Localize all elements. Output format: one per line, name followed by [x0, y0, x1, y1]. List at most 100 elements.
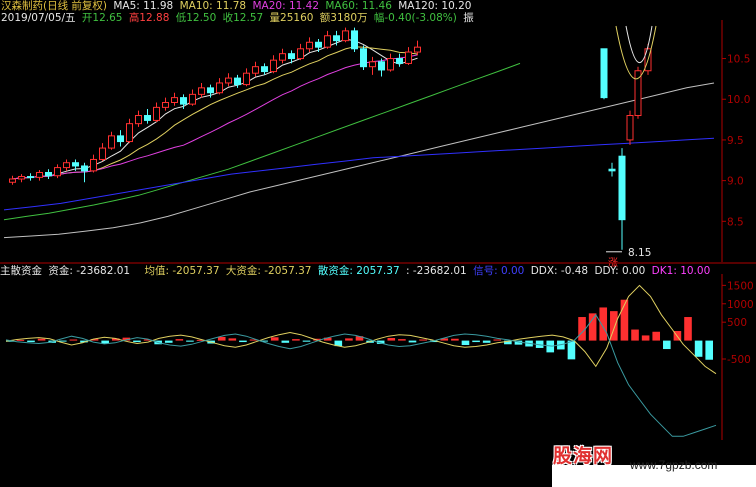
candle-body — [600, 48, 608, 99]
price-tick-label: 9.5 — [727, 135, 744, 147]
indicator-tick-label: 500 — [727, 317, 747, 329]
candle-body — [81, 165, 88, 172]
candle-body — [396, 58, 403, 64]
candle-body — [288, 53, 295, 60]
indicator-bar — [217, 336, 226, 341]
ddy-label: DDY: 0.00 — [594, 265, 646, 277]
indicator-bar — [387, 338, 396, 341]
indicator-bar — [419, 339, 427, 341]
indicator-bar — [133, 340, 141, 343]
indicator-bar — [493, 339, 502, 341]
candle-body — [324, 35, 331, 48]
ma60-label: MA60: 11.46 — [325, 0, 392, 12]
indicator-bar — [599, 307, 608, 341]
candle-body — [144, 115, 151, 121]
ma20-line — [12, 54, 418, 180]
indicator-bar — [705, 340, 713, 360]
candle-body — [252, 66, 259, 74]
indicator-bar — [281, 340, 290, 343]
candle-body — [306, 41, 313, 50]
indicator-bar — [302, 340, 311, 342]
date-label: 2019/07/05/五 — [1, 12, 76, 24]
candle-body — [405, 51, 412, 64]
low-price-label: 8.15 — [628, 247, 651, 259]
indicator-bar — [228, 338, 237, 341]
indicator-yellow-line — [5, 284, 717, 375]
price-tick-label: 8.5 — [727, 216, 744, 228]
blank-region — [428, 26, 722, 114]
candle-body — [117, 135, 124, 143]
indicator-bar — [482, 340, 491, 343]
candle-body — [198, 87, 205, 95]
watermark-site-url: www.7gpzb.com — [630, 458, 718, 472]
amp-label: 振 — [463, 12, 474, 24]
candle-body — [153, 106, 160, 121]
candle-body — [261, 66, 268, 73]
ddx-label: DDX: -0.48 — [530, 265, 589, 277]
candle-body — [126, 123, 133, 143]
indicator-bar — [694, 340, 703, 357]
blank-region — [188, 225, 568, 263]
open-label: 开12.65 — [81, 12, 123, 24]
price-tick-label: 9.0 — [727, 176, 744, 188]
indicator-name: 主散资金 — [0, 265, 42, 277]
indicator-bar — [292, 339, 300, 341]
candle-body — [618, 155, 626, 221]
stock-title: 汉森制药(日线 前复权) — [1, 0, 108, 12]
close-label: 收12.57 — [222, 12, 264, 24]
indicator-bar — [345, 338, 353, 341]
avg-label: 均值: -2057.37 — [144, 265, 220, 277]
amount-label: 额3180万 — [319, 12, 368, 24]
indicator-bar — [398, 339, 406, 341]
candle-body — [36, 171, 43, 178]
dk1-label: DK1: 10.00 — [651, 265, 711, 277]
candle-body — [108, 135, 115, 149]
price-panel: 8.15涨 — [3, 25, 722, 269]
blue-line — [3, 137, 715, 211]
ma5-line — [12, 38, 418, 180]
indicator-bar — [663, 340, 671, 350]
colon-label: : -23682.01 — [405, 265, 467, 277]
candle-body — [189, 93, 196, 105]
indicator-bar — [16, 339, 25, 341]
indicator-bar — [451, 338, 459, 341]
change-label: 幅-0.40(-3.08%) — [373, 12, 457, 24]
candle-body — [99, 147, 106, 160]
xh-label: 信号: 0.00 — [473, 265, 525, 277]
ma10-line — [12, 46, 418, 180]
indicator-bar — [567, 340, 576, 360]
indicator-bar — [578, 317, 586, 341]
indicator-bar — [461, 340, 470, 346]
low-label: 低12.50 — [175, 12, 217, 24]
candle-body — [351, 30, 358, 50]
big-label: 大资金: -2057.37 — [225, 265, 312, 277]
candle-body — [207, 87, 214, 94]
candle-body — [225, 77, 232, 84]
candle-body — [90, 158, 97, 172]
candle-body — [180, 97, 187, 105]
volume-label: 量25160 — [269, 12, 314, 24]
indicator-bar — [186, 340, 194, 342]
indicator-bar — [684, 317, 692, 341]
candle-body — [27, 176, 34, 179]
indicator-bar — [239, 340, 247, 343]
ma5-label: MA5: 11.98 — [113, 0, 174, 12]
candle-body — [378, 61, 385, 71]
indicator-tick-label: 1000 — [727, 299, 754, 311]
candle-body — [387, 58, 394, 71]
candle-body — [297, 48, 304, 60]
candle-body — [54, 167, 61, 177]
indicator-bar — [37, 338, 46, 341]
candle-body — [360, 48, 367, 68]
indicator-cyan-line — [5, 313, 717, 437]
watermark-site-cn: 股海网 — [553, 445, 614, 467]
candle-body — [279, 53, 286, 61]
indicator-bar — [270, 337, 279, 341]
candle-body — [18, 176, 25, 180]
candle-body — [608, 168, 616, 172]
indicator-bar — [641, 335, 650, 341]
zj-label: 资金: -23682.01 — [48, 265, 131, 277]
indicator-bar — [408, 340, 417, 343]
candle-body — [234, 77, 241, 86]
candle-body — [9, 178, 16, 183]
